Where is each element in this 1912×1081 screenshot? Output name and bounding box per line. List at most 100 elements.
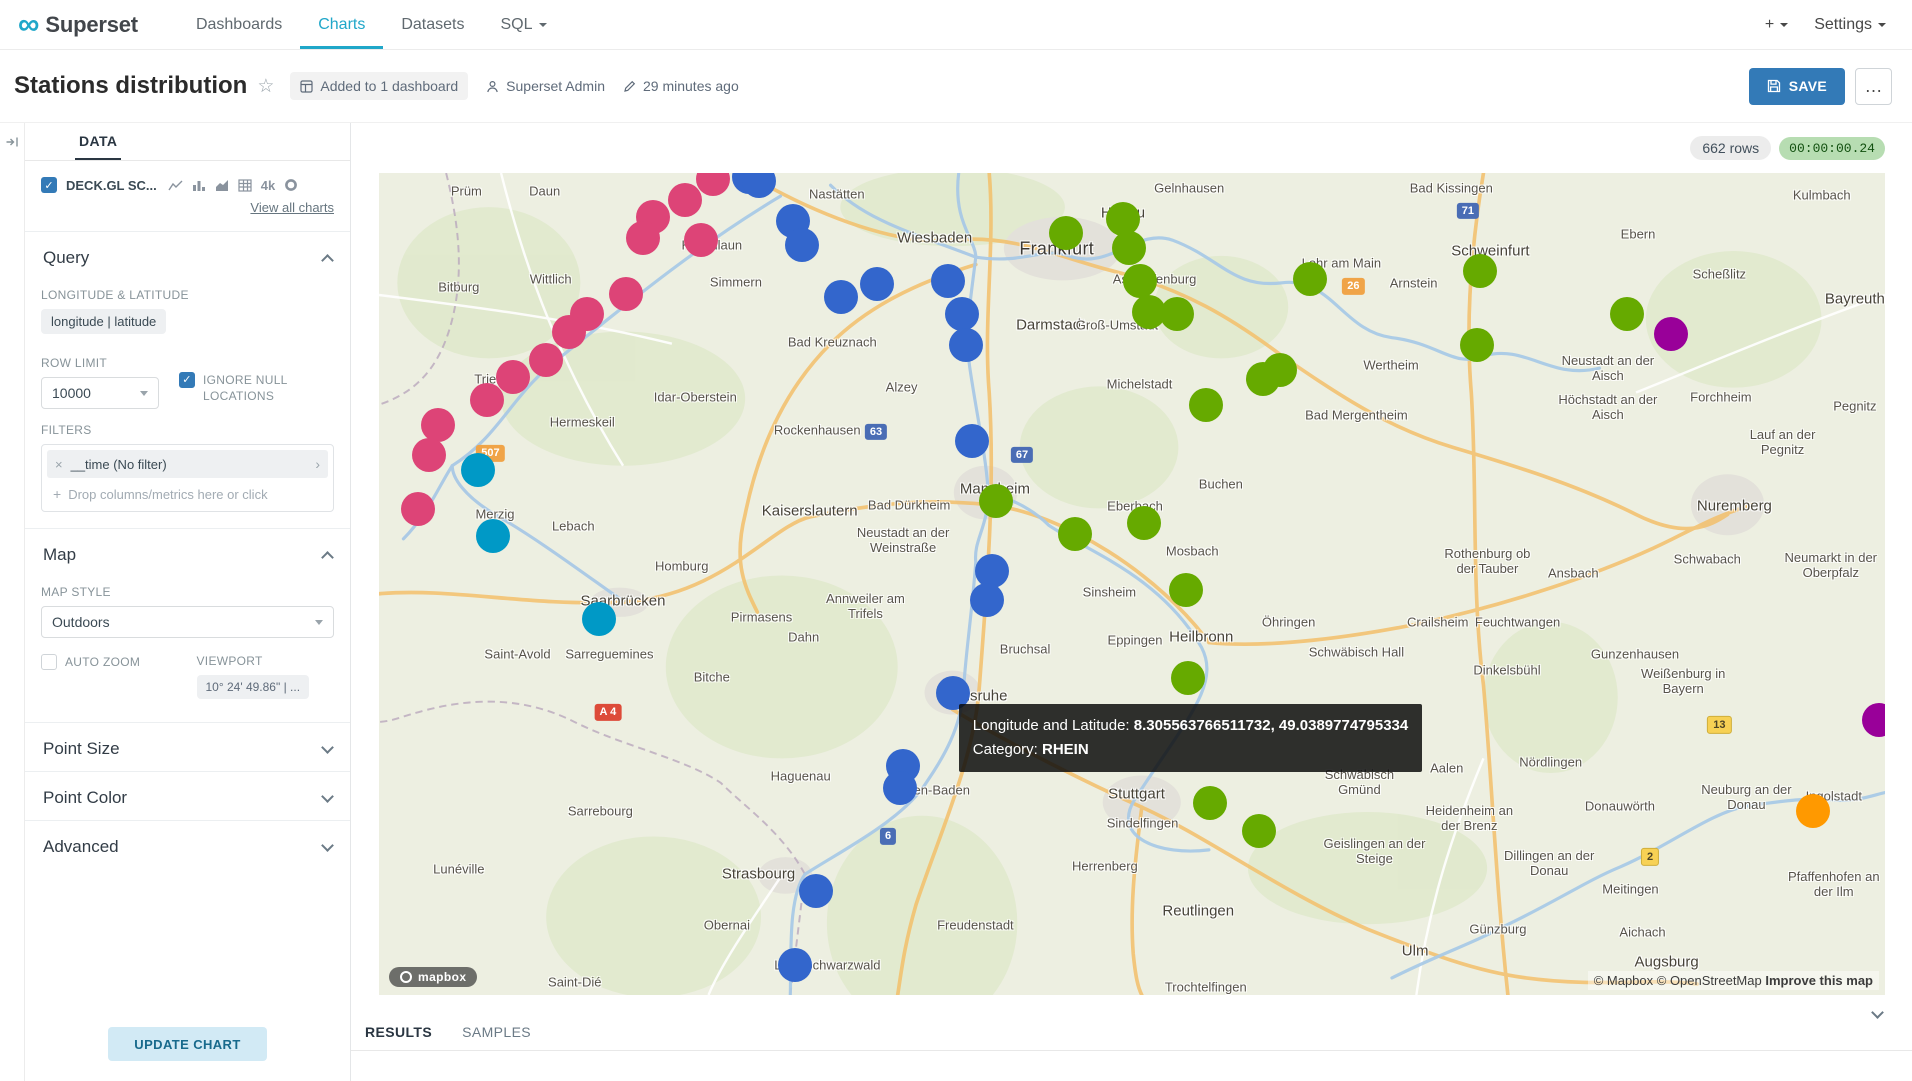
map-point-cyan[interactable] — [476, 519, 510, 553]
save-button[interactable]: SAVE — [1749, 68, 1845, 105]
last-modified[interactable]: 29 minutes ago — [623, 78, 739, 94]
ignore-null-checkbox[interactable]: ✓ — [179, 372, 195, 388]
nav-charts[interactable]: Charts — [300, 0, 383, 49]
map-point-green[interactable] — [1058, 517, 1092, 551]
nav-datasets[interactable]: Datasets — [383, 0, 482, 49]
map-point-blue[interactable] — [931, 264, 965, 298]
area-chart-icon[interactable] — [215, 179, 229, 192]
map-point-green[interactable] — [1123, 264, 1157, 298]
map-point-pink[interactable] — [668, 183, 702, 217]
time-filter-pill[interactable]: × __time (No filter) › — [47, 450, 328, 478]
map-point-green[interactable] — [1193, 786, 1227, 820]
map-point-purple[interactable] — [1654, 317, 1688, 351]
remove-filter-icon[interactable]: × — [55, 457, 63, 472]
brand-name: Superset — [45, 12, 138, 38]
owner-label[interactable]: Superset Admin — [486, 78, 605, 94]
map-point-blue[interactable] — [945, 297, 979, 331]
pie-chart-icon[interactable] — [284, 178, 298, 192]
map-point-green[interactable] — [1189, 388, 1223, 422]
superset-logo[interactable]: ∞ Superset — [0, 0, 148, 49]
section-map-header[interactable]: Map — [41, 529, 334, 577]
selected-viz-checkbox[interactable]: ✓ — [41, 177, 57, 193]
attribution-text[interactable]: © Mapbox © OpenStreetMap — [1594, 973, 1762, 988]
map-point-green[interactable] — [979, 484, 1013, 518]
map-point-blue[interactable] — [955, 424, 989, 458]
viewport-value[interactable]: 10° 24' 49.86" | ... — [197, 675, 310, 699]
tab-data[interactable]: DATA — [75, 123, 121, 160]
map-point-pink[interactable] — [412, 438, 446, 472]
favorite-star-icon[interactable]: ☆ — [257, 75, 274, 98]
data-panel: DATA ✓ DECK.GL SC... 4k View all charts — [25, 123, 351, 1081]
map-point-green[interactable] — [1127, 506, 1161, 540]
auto-zoom-checkbox[interactable] — [41, 654, 57, 670]
map-point-green[interactable] — [1169, 573, 1203, 607]
map-point-pink[interactable] — [529, 343, 563, 377]
map-point-pink[interactable] — [552, 315, 586, 349]
map-point-pink[interactable] — [626, 221, 660, 255]
map-point-purple[interactable] — [1862, 703, 1885, 737]
selected-viz-label[interactable]: DECK.GL SC... — [66, 178, 157, 193]
row-limit-select[interactable]: 10000 — [41, 377, 159, 409]
map-point-blue[interactable] — [799, 874, 833, 908]
map-point-pink[interactable] — [696, 173, 730, 196]
dashboards-badge[interactable]: Added to 1 dashboard — [290, 72, 468, 100]
map-point-green[interactable] — [1171, 661, 1205, 695]
map-point-blue[interactable] — [778, 948, 812, 982]
map-point-green[interactable] — [1049, 216, 1083, 250]
map-point-orange[interactable] — [1796, 794, 1830, 828]
tab-results[interactable]: RESULTS — [365, 1024, 432, 1040]
map-point-blue[interactable] — [785, 228, 819, 262]
update-chart-button[interactable]: UPDATE CHART — [108, 1027, 266, 1061]
section-query-header[interactable]: Query — [41, 232, 334, 280]
map-point-pink[interactable] — [470, 383, 504, 417]
section-point-color-header[interactable]: Point Color — [41, 772, 334, 820]
map-point-green[interactable] — [1160, 297, 1194, 331]
map-style-select[interactable]: Outdoors — [41, 606, 334, 638]
section-point-size-header[interactable]: Point Size — [41, 723, 334, 771]
improve-map-link[interactable]: Improve this map — [1765, 973, 1873, 988]
map-point-green[interactable] — [1242, 814, 1276, 848]
map-point-cyan[interactable] — [582, 602, 616, 636]
expand-panel-icon[interactable] — [5, 135, 19, 151]
lonlat-column-pill[interactable]: longitude | latitude — [41, 309, 166, 334]
bar-chart-icon[interactable] — [192, 179, 206, 192]
section-point-color-title: Point Color — [43, 788, 127, 808]
map-point-green[interactable] — [1293, 262, 1327, 296]
collapse-results-icon[interactable] — [1873, 1007, 1882, 1025]
new-item-button[interactable]: + — [1765, 16, 1788, 34]
nav-sql[interactable]: SQL — [482, 0, 564, 49]
map-point-blue[interactable] — [860, 267, 894, 301]
map-point-pink[interactable] — [421, 408, 455, 442]
mapbox-logo[interactable]: mapbox — [389, 967, 477, 987]
map-point-blue[interactable] — [949, 328, 983, 362]
map-point-green[interactable] — [1460, 328, 1494, 362]
map-point-pink[interactable] — [684, 223, 718, 257]
filter-drop-zone[interactable]: + Drop columns/metrics here or click — [47, 478, 328, 506]
line-chart-icon[interactable] — [168, 179, 183, 192]
map-point-cyan[interactable] — [461, 453, 495, 487]
panel-collapse-strip — [0, 123, 25, 1081]
map-point-pink[interactable] — [609, 277, 643, 311]
map-point-green[interactable] — [1112, 231, 1146, 265]
map-canvas[interactable]: PrümDaunNastättenGelnhausenBad Kissingen… — [379, 173, 1885, 995]
chevron-down-icon — [140, 391, 148, 396]
big-number-icon[interactable]: 4k — [261, 178, 275, 193]
section-advanced-header[interactable]: Advanced — [41, 821, 334, 869]
nav-dashboards[interactable]: Dashboards — [178, 0, 300, 49]
map-point-blue[interactable] — [742, 173, 776, 198]
table-icon[interactable] — [238, 179, 252, 192]
tab-samples[interactable]: SAMPLES — [462, 1024, 531, 1040]
map-point-blue[interactable] — [883, 771, 917, 805]
more-options-button[interactable]: … — [1855, 68, 1892, 105]
settings-menu[interactable]: Settings — [1814, 16, 1886, 34]
map-point-blue[interactable] — [824, 280, 858, 314]
map-point-green[interactable] — [1246, 362, 1280, 396]
view-all-charts-link[interactable]: View all charts — [250, 200, 334, 215]
map-point-pink[interactable] — [496, 360, 530, 394]
lonlat-label: LONGITUDE & LATITUDE — [41, 288, 334, 302]
map-point-blue[interactable] — [970, 583, 1004, 617]
map-point-green[interactable] — [1610, 297, 1644, 331]
map-point-pink[interactable] — [401, 492, 435, 526]
map-point-green[interactable] — [1463, 254, 1497, 288]
map-style-value: Outdoors — [52, 614, 110, 630]
